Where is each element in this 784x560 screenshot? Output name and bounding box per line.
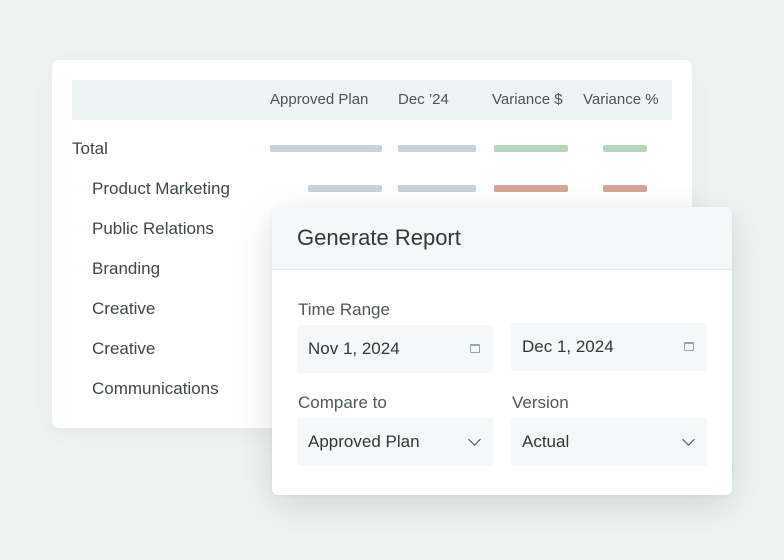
row-label: Creative xyxy=(92,339,156,358)
chevron-down-icon[interactable] xyxy=(468,433,481,446)
approved-plan-bar xyxy=(270,145,382,152)
column-header-approved-plan[interactable]: Approved Plan xyxy=(270,80,368,120)
table-row-product-marketing[interactable]: Product Marketing xyxy=(52,169,692,209)
dec-value-bar xyxy=(398,145,476,152)
dialog-title: Generate Report xyxy=(297,225,461,250)
variance-dollar-bar xyxy=(494,185,568,192)
compare-to-select[interactable]: Approved Plan xyxy=(297,418,493,466)
row-label: Creative xyxy=(92,299,156,318)
variance-percent-bar xyxy=(603,185,647,192)
version-label: Version xyxy=(512,393,569,412)
row-label: Public Relations xyxy=(92,219,214,238)
column-header-variance-dollar[interactable]: Variance $ xyxy=(492,80,563,120)
end-date-value: Dec 1, 2024 xyxy=(522,337,614,356)
start-date-value: Nov 1, 2024 xyxy=(308,339,400,358)
generate-report-dialog: Generate Report Time Range Nov 1, 2024 D… xyxy=(272,207,732,495)
row-label: Total xyxy=(72,139,108,158)
start-date-field[interactable]: Nov 1, 2024 xyxy=(297,325,493,373)
time-range-label: Time Range xyxy=(298,300,390,319)
row-label: Communications xyxy=(92,379,219,398)
compare-to-label: Compare to xyxy=(298,393,387,412)
column-header-variance-percent[interactable]: Variance % xyxy=(583,80,659,120)
end-date-field[interactable]: Dec 1, 2024 xyxy=(511,323,707,371)
row-label: Branding xyxy=(92,259,161,278)
dialog-header: Generate Report xyxy=(272,207,732,270)
table-header: Approved Plan Dec ’24 Variance $ Varianc… xyxy=(72,80,672,120)
variance-percent-bar xyxy=(603,145,647,152)
calendar-icon[interactable] xyxy=(470,344,480,353)
row-label: Product Marketing xyxy=(92,179,230,198)
compare-to-value: Approved Plan xyxy=(308,432,420,451)
version-value: Actual xyxy=(522,432,570,451)
approved-plan-bar xyxy=(308,185,382,192)
version-select[interactable]: Actual xyxy=(511,418,707,466)
dec-value-bar xyxy=(398,185,476,192)
table-row-total[interactable]: Total xyxy=(52,129,692,169)
chevron-down-icon[interactable] xyxy=(682,433,695,446)
calendar-icon[interactable] xyxy=(684,342,694,351)
column-header-dec-24[interactable]: Dec ’24 xyxy=(398,80,449,120)
variance-dollar-bar xyxy=(494,145,568,152)
